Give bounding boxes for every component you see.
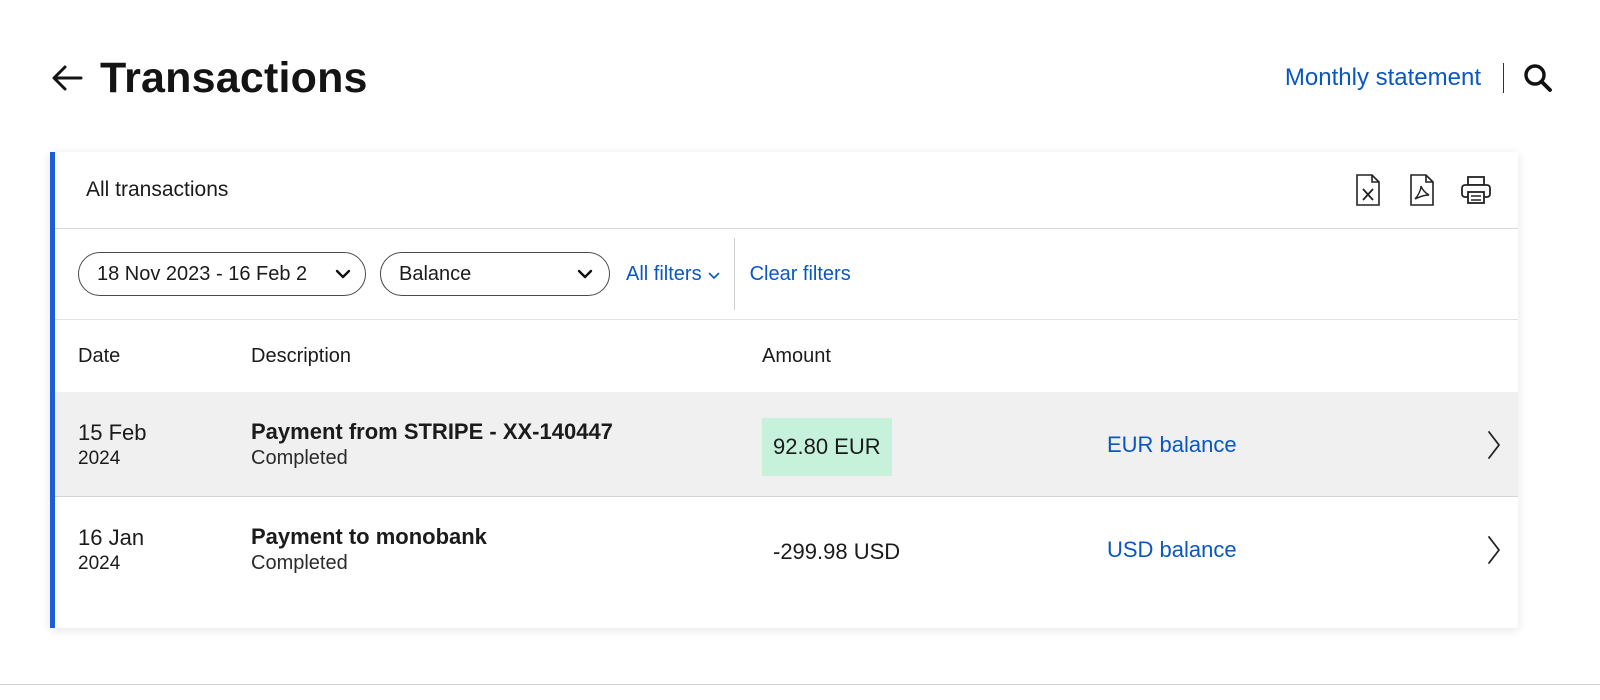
page-bottom-divider <box>0 684 1600 685</box>
column-header-amount[interactable]: Amount <box>762 345 831 368</box>
table-header: Date Description Amount <box>55 320 1518 392</box>
column-header-date[interactable]: Date <box>78 345 120 368</box>
monthly-statement-link[interactable]: Monthly statement <box>1285 64 1481 92</box>
column-header-description[interactable]: Description <box>251 345 351 368</box>
transactions-card: All transactions 18 Nov 2023 - 16 Feb 2 … <box>50 152 1518 628</box>
clear-filters-link[interactable]: Clear filters <box>750 263 851 286</box>
page-title: Transactions <box>100 53 368 102</box>
date-range-dropdown[interactable]: 18 Nov 2023 - 16 Feb 2 <box>78 252 366 296</box>
card-title: All transactions <box>86 178 229 201</box>
row-description: Payment to monobank Completed <box>251 523 487 577</box>
export-actions <box>1352 173 1492 207</box>
row-balance-link[interactable]: EUR balance <box>1107 432 1237 458</box>
excel-export-icon[interactable] <box>1352 173 1384 207</box>
pdf-export-icon[interactable] <box>1406 173 1438 207</box>
card-header: All transactions <box>55 152 1518 229</box>
chevron-down-icon <box>335 269 351 279</box>
transactions-page: Transactions Monthly statement All trans… <box>0 0 1600 700</box>
row-date-year: 2024 <box>78 448 121 469</box>
row-amount: 92.80 EUR <box>762 418 892 476</box>
row-title: Payment to monobank <box>251 524 487 549</box>
table-row[interactable]: 15 Feb 2024 Payment from STRIPE - XX-140… <box>55 392 1518 497</box>
balance-value: Balance <box>399 262 472 285</box>
all-filters-label: All filters <box>626 262 702 285</box>
filters-divider <box>733 238 735 310</box>
page-header: Transactions Monthly statement <box>50 48 1554 108</box>
chevron-right-icon[interactable] <box>1486 430 1502 460</box>
row-title: Payment from STRIPE - XX-140447 <box>251 419 613 444</box>
row-description: Payment from STRIPE - XX-140447 Complete… <box>251 418 613 472</box>
row-balance-link[interactable]: USD balance <box>1107 537 1237 563</box>
table-row[interactable]: 16 Jan 2024 Payment to monobank Complete… <box>55 497 1518 601</box>
header-right: Monthly statement <box>1285 62 1554 94</box>
row-date: 15 Feb 2024 <box>78 420 147 472</box>
chevron-down-icon <box>708 263 720 286</box>
row-date: 16 Jan 2024 <box>78 525 144 577</box>
row-status: Completed <box>251 447 348 469</box>
balance-dropdown[interactable]: Balance <box>380 252 610 296</box>
print-icon[interactable] <box>1460 173 1492 207</box>
back-arrow-icon[interactable] <box>50 61 84 95</box>
row-status: Completed <box>251 552 348 574</box>
all-filters-button[interactable]: All filters <box>626 263 720 286</box>
row-date-day: 15 Feb <box>78 420 147 445</box>
date-range-value: 18 Nov 2023 - 16 Feb 2 <box>97 262 308 285</box>
filter-bar: 18 Nov 2023 - 16 Feb 2 Balance All filte… <box>55 229 1518 320</box>
row-date-day: 16 Jan <box>78 525 145 550</box>
header-left: Transactions <box>50 54 368 103</box>
row-date-year: 2024 <box>78 553 121 574</box>
chevron-right-icon[interactable] <box>1486 535 1502 565</box>
header-divider <box>1503 63 1504 93</box>
chevron-down-icon <box>577 269 593 279</box>
row-amount: -299.98 USD <box>773 539 901 564</box>
search-icon[interactable] <box>1522 62 1554 94</box>
